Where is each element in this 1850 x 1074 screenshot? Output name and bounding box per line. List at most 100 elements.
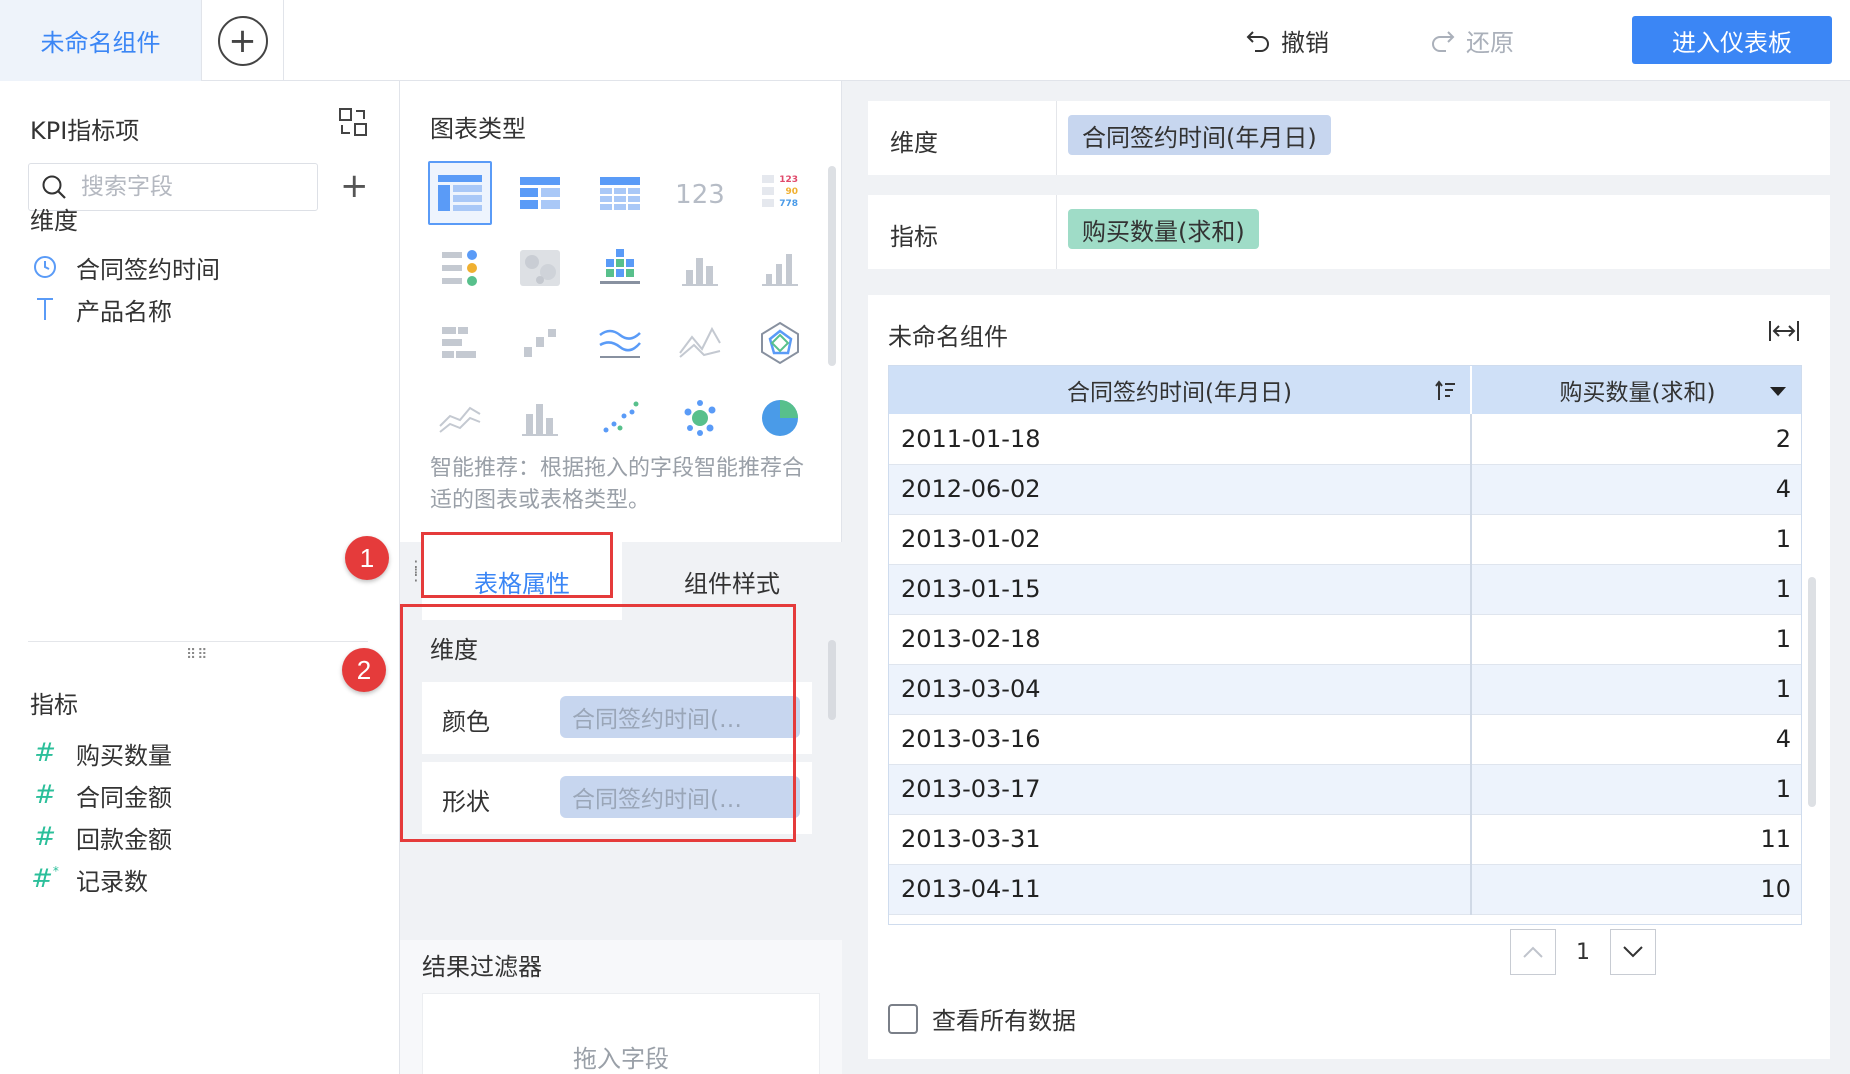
- undo-label: 撤销: [1281, 28, 1329, 57]
- resize-grip-icon[interactable]: ⠿⠿: [186, 647, 209, 663]
- chart-type-detail-table[interactable]: [588, 161, 652, 225]
- table-row: 2013-01-15 1: [889, 564, 1801, 615]
- chart-type-stacked-bar[interactable]: [748, 236, 812, 300]
- line-chart-icon: [599, 329, 641, 358]
- data-table-container: 合同签约时间(年月日) 购买数量(求和) 2011-01-18 2 2012-0…: [888, 365, 1802, 925]
- chart-type-bubble[interactable]: [668, 386, 732, 450]
- measure-slot: 指标 购买数量(求和): [868, 195, 1830, 269]
- search-icon: [42, 175, 66, 199]
- chart-type-color-table[interactable]: 123 90 778: [748, 161, 812, 225]
- measure-field-purchase-qty[interactable]: # 购买数量: [30, 733, 172, 773]
- cell-quantity: 1: [1471, 664, 1801, 715]
- field-label: 合同签约时间: [76, 255, 220, 284]
- chart-type-heatmap[interactable]: [508, 236, 572, 300]
- text-type-icon: [30, 296, 60, 322]
- table-row: 2013-01-02 1: [889, 514, 1801, 565]
- field-label: 购买数量: [76, 741, 172, 770]
- table-header-row: 合同签约时间(年月日) 购买数量(求和): [889, 366, 1801, 414]
- dimension-field-contract-time[interactable]: 合同签约时间: [30, 247, 220, 287]
- measure-field-contract-amount[interactable]: # 合同金额: [30, 775, 172, 815]
- polyline-chart-icon: [679, 326, 721, 358]
- dot-table-icon: [442, 250, 477, 286]
- enter-dashboard-button[interactable]: 进入仪表板: [1632, 16, 1832, 64]
- annotation-box-2: [400, 604, 796, 842]
- dimension-slot-label: 维度: [890, 129, 938, 157]
- search-input[interactable]: [81, 174, 281, 200]
- dimension-slot: 维度 合同签约时间(年月日): [868, 101, 1830, 175]
- chart-type-multi-bar[interactable]: [588, 236, 652, 300]
- tab-unnamed-widget[interactable]: 未命名组件: [0, 0, 202, 81]
- page-down-button[interactable]: [1610, 929, 1656, 975]
- cell-quantity: 2: [1471, 414, 1801, 465]
- header-contract-time[interactable]: 合同签约时间(年月日): [889, 366, 1472, 414]
- cross-table-icon: [520, 177, 560, 209]
- cell-quantity: 4: [1471, 464, 1801, 515]
- chart-type-radar-line[interactable]: [668, 311, 732, 375]
- filter-drop-zone[interactable]: 拖入字段: [422, 993, 820, 1074]
- dimension-section-header: 维度: [30, 207, 78, 235]
- dimension-field-product-name[interactable]: 产品名称: [30, 289, 172, 329]
- hash-icon: #: [34, 822, 56, 852]
- chart-type-grid: 123 123 90 778: [428, 161, 808, 461]
- field-label: 记录数: [76, 867, 148, 896]
- chart-type-bar[interactable]: [668, 236, 732, 300]
- chart-type-scrollbar[interactable]: [828, 166, 836, 366]
- chart-type-radar[interactable]: [748, 311, 812, 375]
- undo-button[interactable]: 撤销: [1245, 20, 1329, 60]
- chart-type-dot-table[interactable]: [428, 236, 492, 300]
- table-row: 2012-06-02 4: [889, 464, 1801, 515]
- page-up-button[interactable]: [1510, 929, 1556, 975]
- multi-bar-icon: [600, 249, 640, 284]
- dimension-pill[interactable]: 合同签约时间(年月日): [1068, 115, 1331, 155]
- add-field-button[interactable]: +: [340, 169, 369, 203]
- table-row: 2013-03-16 4: [889, 714, 1801, 765]
- table-scrollbar[interactable]: [1808, 577, 1816, 807]
- dropdown-triangle-icon[interactable]: [1767, 380, 1789, 402]
- detail-table-icon: [600, 177, 640, 210]
- chart-type-horizontal-bar[interactable]: [428, 311, 492, 375]
- measure-section-header: 指标: [30, 691, 78, 719]
- slot-separator: [1056, 195, 1057, 269]
- add-tab-button[interactable]: +: [217, 15, 268, 66]
- chart-type-kpi-number[interactable]: 123: [668, 161, 732, 225]
- expand-width-icon[interactable]: [1768, 317, 1800, 345]
- redo-button[interactable]: 还原: [1430, 20, 1514, 60]
- cell-date: 2013-03-04: [889, 664, 1472, 715]
- cell-date: 2013-03-31: [889, 814, 1472, 865]
- area-chart-icon: [439, 406, 481, 433]
- chart-type-pie[interactable]: [748, 386, 812, 450]
- table-row: 2013-03-31 11: [889, 814, 1801, 865]
- properties-scrollbar[interactable]: [828, 640, 836, 720]
- switch-dataset-icon[interactable]: [338, 107, 368, 137]
- chart-type-waterfall[interactable]: [508, 311, 572, 375]
- cell-date: 2013-03-16: [889, 714, 1472, 765]
- chart-type-group-table[interactable]: [428, 161, 492, 225]
- field-label: 回款金额: [76, 825, 172, 854]
- sort-icon[interactable]: [1434, 380, 1456, 402]
- section-divider: [28, 641, 368, 642]
- top-bar: 未命名组件 + 撤销 还原 进入仪表板: [0, 0, 1850, 81]
- smart-recommend-hint: 智能推荐：根据拖入的字段智能推荐合适的图表或表格类型。: [430, 456, 805, 513]
- chart-type-line[interactable]: [588, 311, 652, 375]
- bar-chart-icon: [682, 258, 718, 286]
- bubble-chart-icon: [684, 400, 716, 436]
- see-all-checkbox[interactable]: [888, 1003, 918, 1034]
- measure-slot-label: 指标: [890, 223, 938, 251]
- header-label: 合同签约时间(年月日): [1067, 380, 1292, 406]
- chart-type-scatter[interactable]: [588, 386, 652, 450]
- chart-type-cross-table[interactable]: [508, 161, 572, 225]
- cell-date: 2013-01-15: [889, 564, 1472, 615]
- measure-field-payment-amount[interactable]: # 回款金额: [30, 817, 172, 857]
- color-table-icon: 123 90 778: [762, 175, 798, 209]
- see-all-data-toggle[interactable]: 查看所有数据: [888, 1001, 1076, 1036]
- measure-pill[interactable]: 购买数量(求和): [1068, 209, 1259, 249]
- preview-panel: 维度 合同签约时间(年月日) 指标 购买数量(求和) 未命名组件 合同签约时间(…: [842, 81, 1850, 1074]
- redo-icon: [1432, 31, 1455, 52]
- chart-type-combo[interactable]: [508, 386, 572, 450]
- annotation-badge-2: 2: [342, 648, 386, 692]
- table-row: 2013-03-17 1: [889, 764, 1801, 815]
- hash-icon: #: [34, 738, 56, 768]
- chart-type-area[interactable]: [428, 386, 492, 450]
- measure-field-record-count[interactable]: # * 记录数: [30, 859, 148, 899]
- header-purchase-qty[interactable]: 购买数量(求和): [1471, 366, 1801, 414]
